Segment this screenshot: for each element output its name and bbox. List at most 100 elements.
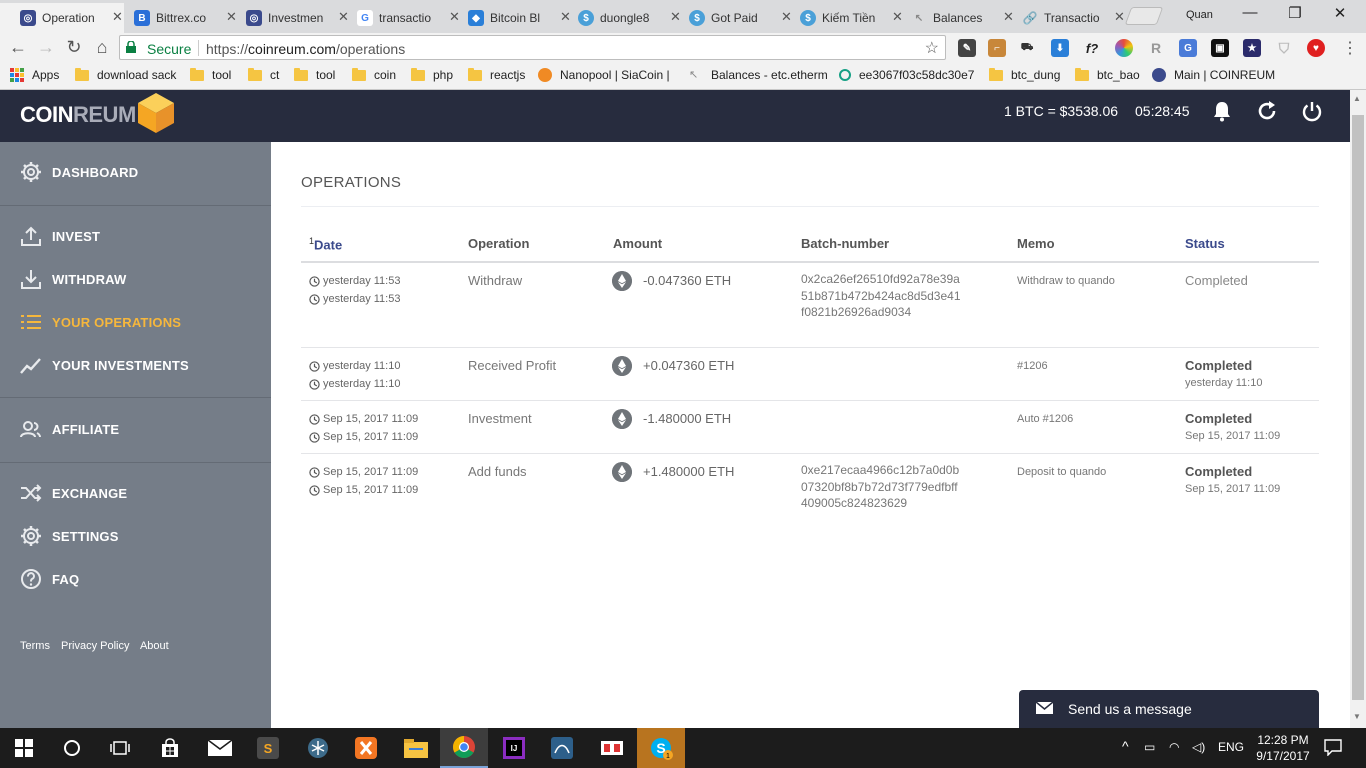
- bookmark-folder[interactable]: tool: [294, 67, 335, 82]
- action-center-icon[interactable]: [1324, 739, 1342, 756]
- skype-icon: S1: [651, 738, 673, 760]
- close-window-icon[interactable]: ✕: [1318, 4, 1362, 22]
- date-cell: Sep 15, 2017 11:09 Sep 15, 2017 11:09: [309, 410, 418, 446]
- download-extension-icon[interactable]: ⬇: [1051, 39, 1069, 57]
- bookmark-star-icon[interactable]: ☆: [925, 38, 939, 58]
- search-circle-icon: [64, 740, 80, 756]
- sidebar-item-withdraw[interactable]: WITHDRAW: [0, 258, 271, 301]
- address-bar[interactable]: Secure https://coinreum.com/operations ☆: [119, 35, 946, 60]
- cortana-button[interactable]: [48, 728, 96, 768]
- tab-investments[interactable]: ◎ Investmen ✕: [226, 3, 350, 33]
- taskbar-file-explorer[interactable]: [392, 728, 440, 768]
- taskbar-store[interactable]: [146, 728, 194, 768]
- close-tab-icon[interactable]: ✕: [1114, 9, 1125, 25]
- privacy-policy-link[interactable]: Privacy Policy: [61, 640, 129, 652]
- sidebar-item-your-operations[interactable]: YOUR OPERATIONS: [0, 301, 271, 344]
- sidebar-item-invest[interactable]: INVEST: [0, 215, 271, 258]
- taskbar-sublime[interactable]: S: [244, 728, 292, 768]
- taskbar-app[interactable]: [294, 728, 342, 768]
- bookmark-folder[interactable]: php: [411, 67, 453, 82]
- sidebar-item-settings[interactable]: SETTINGS: [0, 515, 271, 558]
- bookmark-folder[interactable]: tool: [190, 67, 231, 82]
- task-view-button[interactable]: [96, 728, 144, 768]
- url-text[interactable]: https://coinreum.com/operations: [206, 41, 405, 57]
- eyedropper-extension-icon[interactable]: ✎: [958, 39, 976, 57]
- translate-extension-icon[interactable]: G: [1179, 39, 1197, 57]
- tab-bitcoin-block[interactable]: ◆ Bitcoin Bl ✕: [448, 3, 572, 33]
- tab-transactions[interactable]: 🔗 Transactio ✕: [1002, 3, 1126, 33]
- bookmark-apps[interactable]: Apps: [10, 68, 59, 82]
- taskbar-intellij[interactable]: IJ: [490, 728, 538, 768]
- page-scrollbar[interactable]: ▲ ▼: [1350, 90, 1366, 728]
- bookmark-label: download sack: [97, 68, 177, 82]
- taskbar-mail[interactable]: [196, 728, 244, 768]
- minimize-icon[interactable]: —: [1228, 4, 1272, 21]
- tab-kiem-tien[interactable]: $ Kiếm Tiền ✕: [780, 3, 904, 33]
- bookmark-folder[interactable]: download sack: [75, 67, 177, 82]
- reload-icon[interactable]: ↻: [63, 37, 85, 57]
- taskbar-skype[interactable]: S1: [637, 728, 685, 768]
- column-header-date[interactable]: 1Date: [309, 236, 342, 252]
- bell-icon[interactable]: [1210, 99, 1234, 123]
- bookmark-folder[interactable]: ct: [248, 67, 279, 82]
- colorpicker-extension-icon[interactable]: [1115, 39, 1133, 57]
- tray-overflow-chevron-icon[interactable]: ^: [1122, 738, 1129, 754]
- bookmark-nanopool[interactable]: Nanopool | SiaCoin |: [538, 68, 670, 82]
- terms-link[interactable]: Terms: [20, 640, 50, 652]
- shield-extension-icon[interactable]: ⛉: [1275, 39, 1293, 57]
- font-extension-icon[interactable]: f?: [1083, 39, 1101, 57]
- sidebar-item-dashboard[interactable]: DASHBOARD: [0, 151, 271, 194]
- tab-operations[interactable]: ◎ Operation ✕: [0, 3, 124, 33]
- volume-icon[interactable]: ◁): [1192, 740, 1205, 754]
- forward-arrow-icon[interactable]: →: [35, 37, 57, 57]
- extension-icon[interactable]: ★: [1243, 39, 1261, 57]
- tab-balances[interactable]: ↖ Balances ✕: [891, 3, 1015, 33]
- taskbar-xampp[interactable]: [342, 728, 390, 768]
- new-tab-button[interactable]: [1124, 7, 1164, 25]
- coinreum-logo[interactable]: COINREUM: [20, 102, 136, 128]
- maximize-icon[interactable]: ❐: [1273, 4, 1317, 22]
- sidebar-item-exchange[interactable]: EXCHANGE: [0, 472, 271, 515]
- home-icon[interactable]: ⌂: [91, 37, 113, 57]
- bookmark-balances[interactable]: ↖ Balances - etc.etherm: [689, 68, 828, 82]
- send-message-widget[interactable]: Send us a message: [1019, 690, 1319, 728]
- tab-google-search[interactable]: G transactio ✕: [337, 3, 461, 33]
- taskbar-clock[interactable]: 12:28 PM 9/17/2017: [1253, 732, 1313, 764]
- sidebar-item-your-investments[interactable]: YOUR INVESTMENTS: [0, 344, 271, 387]
- browser-menu-icon[interactable]: ⋮: [1342, 38, 1358, 58]
- about-link[interactable]: About: [140, 640, 169, 652]
- tab-got-paid[interactable]: $ Got Paid ✕: [669, 3, 793, 33]
- scroll-down-arrow-icon[interactable]: ▼: [1353, 712, 1361, 721]
- taskbar-chrome[interactable]: [440, 728, 488, 768]
- refresh-icon[interactable]: [1255, 99, 1279, 123]
- sidebar-item-faq[interactable]: FAQ: [0, 558, 271, 601]
- extension-icon[interactable]: ⌐: [988, 39, 1006, 57]
- bookmark-folder[interactable]: reactjs: [468, 67, 525, 82]
- bookmark-folder[interactable]: btc_bao: [1075, 67, 1140, 82]
- windows-start-button[interactable]: [0, 728, 48, 768]
- tab-duongle[interactable]: $ duongle8 ✕: [558, 3, 682, 33]
- column-header-status[interactable]: Status: [1185, 236, 1225, 251]
- back-arrow-icon[interactable]: ←: [7, 37, 29, 57]
- bookmark-folder[interactable]: btc_dung: [989, 67, 1060, 82]
- sidebar-item-affiliate[interactable]: AFFILIATE: [0, 408, 271, 451]
- bookmark-folder[interactable]: coin: [352, 67, 396, 82]
- battery-icon[interactable]: ▭: [1144, 740, 1155, 754]
- extension-icon[interactable]: ⛟: [1018, 39, 1036, 57]
- sidebar-divider: [0, 205, 271, 206]
- profile-name[interactable]: Quan: [1186, 9, 1213, 21]
- scrollbar-thumb[interactable]: [1352, 115, 1364, 700]
- bookmark-coinreum[interactable]: Main | COINREUM: [1152, 68, 1275, 82]
- scroll-up-arrow-icon[interactable]: ▲: [1353, 94, 1361, 103]
- wifi-icon[interactable]: ◠: [1169, 740, 1179, 754]
- input-language[interactable]: ENG: [1218, 740, 1244, 754]
- taskbar-mysql-workbench[interactable]: [538, 728, 586, 768]
- extension-icon[interactable]: ▣: [1211, 39, 1229, 57]
- tab-bittrex[interactable]: B Bittrex.co ✕: [114, 3, 238, 33]
- taskbar-app[interactable]: [588, 728, 636, 768]
- power-icon[interactable]: [1300, 99, 1324, 123]
- shuffle-icon: [21, 484, 42, 502]
- bookmark-hash[interactable]: ee3067f03c58dc30e7: [839, 68, 974, 82]
- extension-icon[interactable]: R: [1147, 39, 1165, 57]
- heart-extension-icon[interactable]: ♥: [1307, 39, 1325, 57]
